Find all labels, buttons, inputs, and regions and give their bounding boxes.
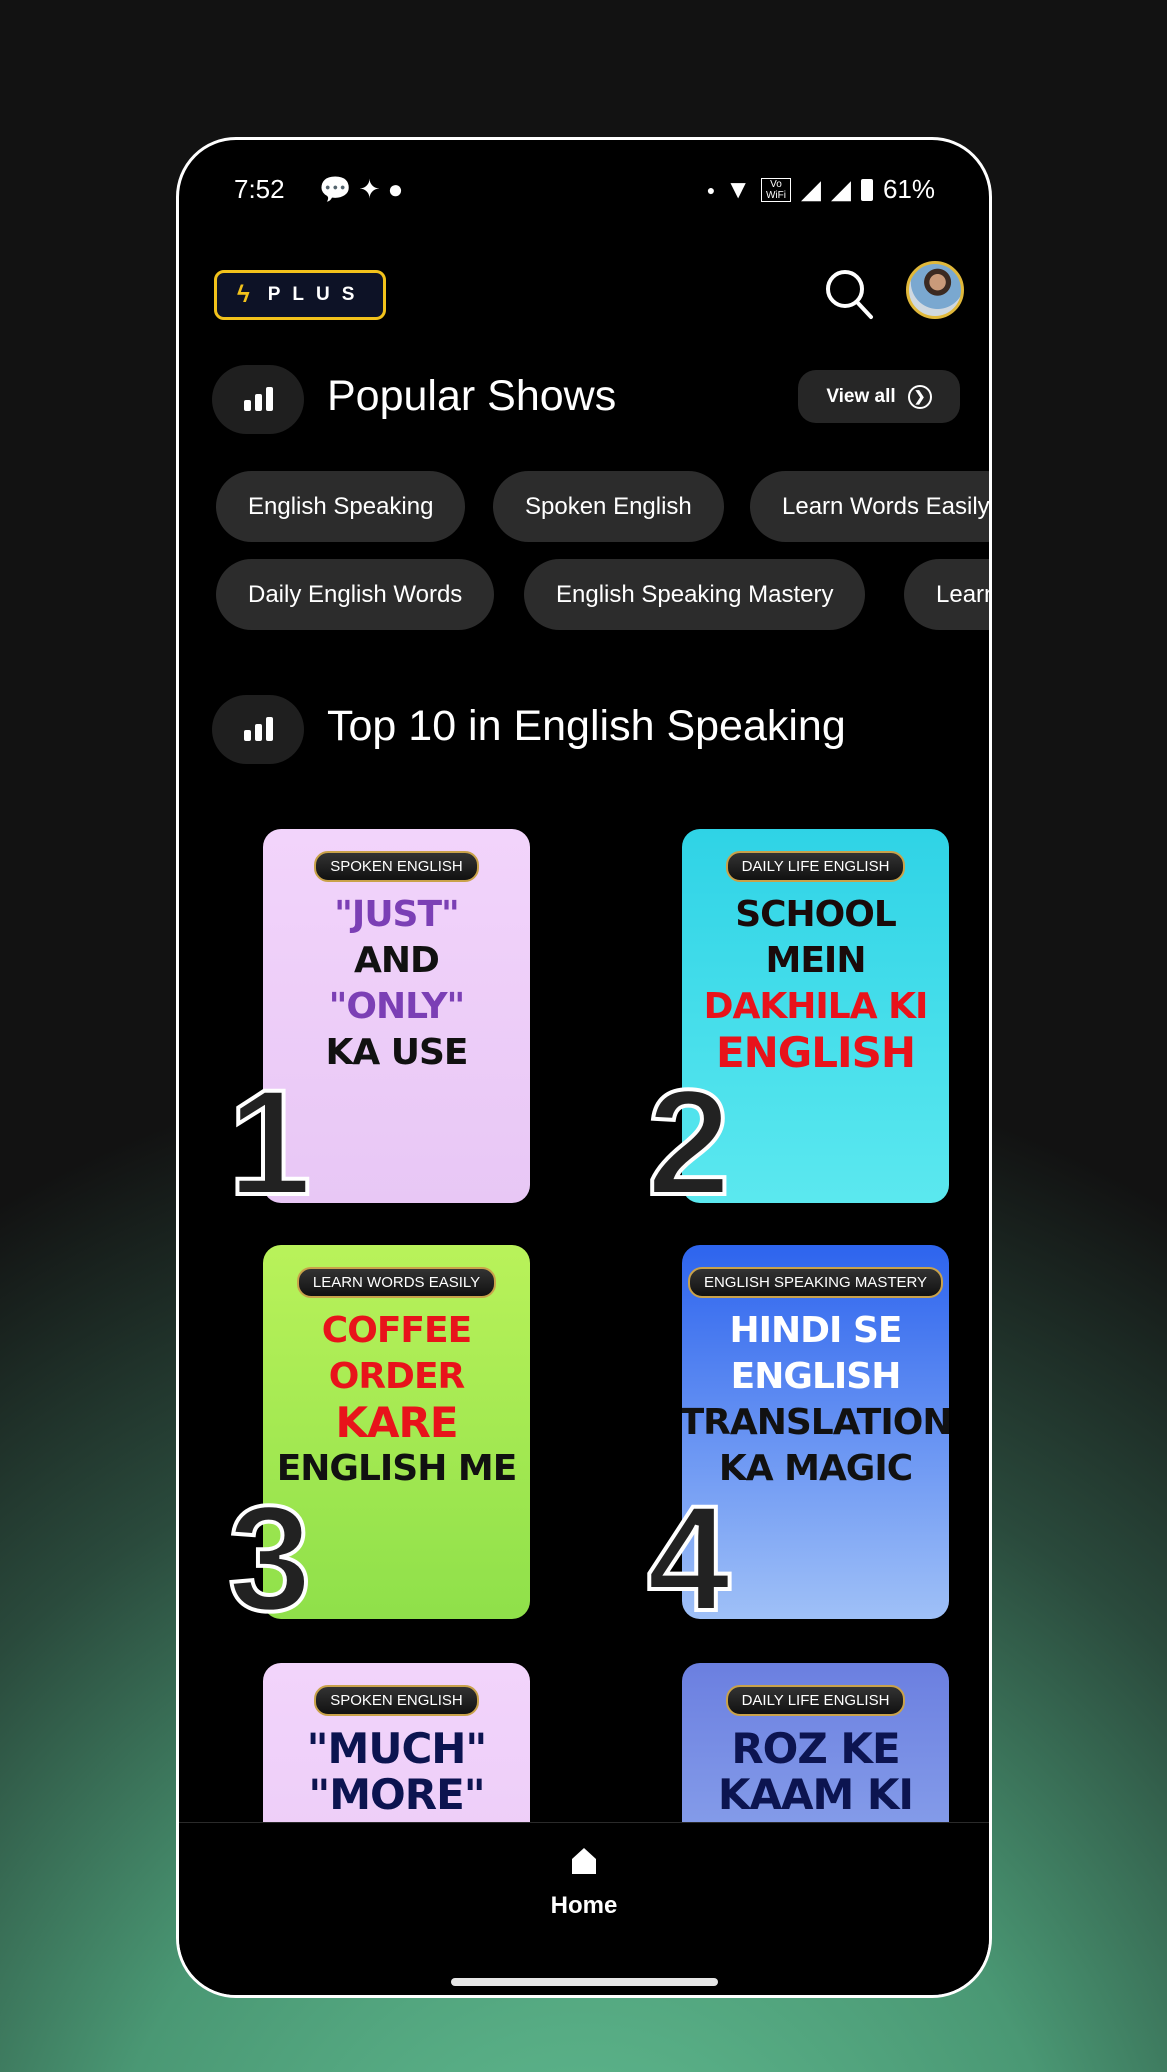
chip-spoken-english[interactable]: Spoken English [493, 471, 724, 542]
bottom-nav: Home [179, 1822, 989, 1995]
plus-label: PLUS [267, 284, 367, 305]
chevron-right-icon: ❯ [907, 384, 932, 409]
show-title: "JUST" AND "ONLY" KA USE [325, 892, 468, 1076]
show-title-line: KA USE [325, 1032, 468, 1073]
show-title-line: TRANSLATION [682, 1402, 949, 1443]
show-title-line: HINDI SE [729, 1310, 903, 1351]
top10-item[interactable]: ENGLISH SPEAKING MASTERY HINDI SE ENGLISH T… [645, 1245, 949, 1635]
show-title: SCHOOL MEIN DAKHILA KI ENGLISH [682, 892, 949, 1076]
dot-icon: ● [706, 181, 716, 198]
home-indicator[interactable] [451, 1978, 718, 1986]
lightning-bolt-icon: ϟ [237, 281, 250, 308]
show-title-line: COFFEE ORDER [321, 1310, 472, 1397]
section-title: Popular Shows [327, 372, 617, 420]
show-category-badge: DAILY LIFE ENGLISH [725, 851, 906, 882]
top10-item[interactable]: LEARN WORDS EASILY COFFEE ORDER KARE ENGLIS… [226, 1245, 530, 1635]
notification-icons: 💬 ✦ ● [319, 174, 404, 204]
section-title: Top 10 in English Speaking [327, 702, 846, 750]
show-title-line: KAAM KI [717, 1770, 914, 1819]
show-title: HINDI SE ENGLISH TRANSLATION KA MAGIC [682, 1308, 949, 1492]
show-title-line: SCHOOL MEIN [735, 894, 897, 981]
plus-badge-button[interactable]: ϟ PLUS [214, 270, 386, 320]
chip-english-speaking[interactable]: English Speaking [216, 471, 466, 542]
status-time: 7:52 [234, 174, 285, 204]
chip-learn-words-easily[interactable]: Learn Words Easily [750, 471, 989, 542]
home-icon [572, 1848, 596, 1874]
search-icon[interactable] [824, 268, 874, 320]
view-all-label: View all [826, 385, 896, 407]
show-title: COFFEE ORDER KARE ENGLISH ME [263, 1308, 530, 1492]
signal-icon-2: ◢ [830, 174, 851, 204]
chip-english-speaking-mastery[interactable]: English Speaking Mastery [524, 559, 866, 630]
show-title-line: "MORE" [308, 1770, 485, 1819]
wifi-icon: ▼ [725, 174, 751, 204]
show-title-line: "MUCH" [306, 1724, 488, 1773]
show-title-line: ENGLISH [730, 1356, 902, 1397]
chart-bars-icon [212, 365, 304, 434]
rank-number: 3 [226, 1474, 313, 1642]
show-category-badge: LEARN WORDS EASILY [296, 1267, 497, 1298]
chip-learn[interactable]: Learn [904, 559, 989, 630]
battery-icon [860, 178, 873, 201]
top10-item[interactable]: SPOKEN ENGLISH "JUST" AND "ONLY" KA USE 1 [226, 829, 530, 1219]
show-category-badge: DAILY LIFE ENGLISH [725, 1685, 906, 1716]
phone-screen: 7:52 💬 ✦ ● ● ▼ Vo WiFi ◢ ◢ 61% ϟ PLUS Po… [176, 137, 992, 1998]
avatar[interactable] [906, 261, 964, 319]
top10-item[interactable]: DAILY LIFE ENGLISH SCHOOL MEIN DAKHILA KI E… [645, 829, 949, 1219]
rank-number: 1 [226, 1058, 313, 1226]
show-category-badge: ENGLISH SPEAKING MASTERY [687, 1267, 944, 1298]
status-bar: 7:52 💬 ✦ ● ● ▼ Vo WiFi ◢ ◢ 61% [179, 174, 989, 204]
battery-percent: 61% [882, 174, 935, 204]
rank-number: 4 [645, 1474, 732, 1642]
view-all-button[interactable]: View all ❯ [798, 370, 960, 423]
show-category-badge: SPOKEN ENGLISH [314, 851, 479, 882]
show-title-line: DAKHILA KI [703, 986, 929, 1027]
chip-daily-english-words[interactable]: Daily English Words [216, 559, 495, 630]
show-title-line: AND [354, 940, 440, 981]
signal-icon: ◢ [800, 174, 821, 204]
nav-home[interactable]: Home [519, 1845, 649, 1920]
rank-number: 2 [645, 1058, 732, 1226]
system-icons: ● ▼ Vo WiFi ◢ ◢ 61% [707, 174, 935, 205]
nav-home-label: Home [550, 1892, 618, 1919]
show-category-badge: SPOKEN ENGLISH [314, 1685, 479, 1716]
show-title-line: ROZ KE [731, 1724, 900, 1773]
show-title-line: "ONLY" [328, 986, 466, 1027]
chart-bars-icon [212, 695, 304, 764]
show-title-line: "JUST" [334, 894, 460, 935]
show-title-line: KARE [335, 1398, 458, 1447]
show-title: "MUCH" "MORE" [306, 1724, 488, 1819]
vowifi-icon: Vo WiFi [760, 177, 791, 202]
